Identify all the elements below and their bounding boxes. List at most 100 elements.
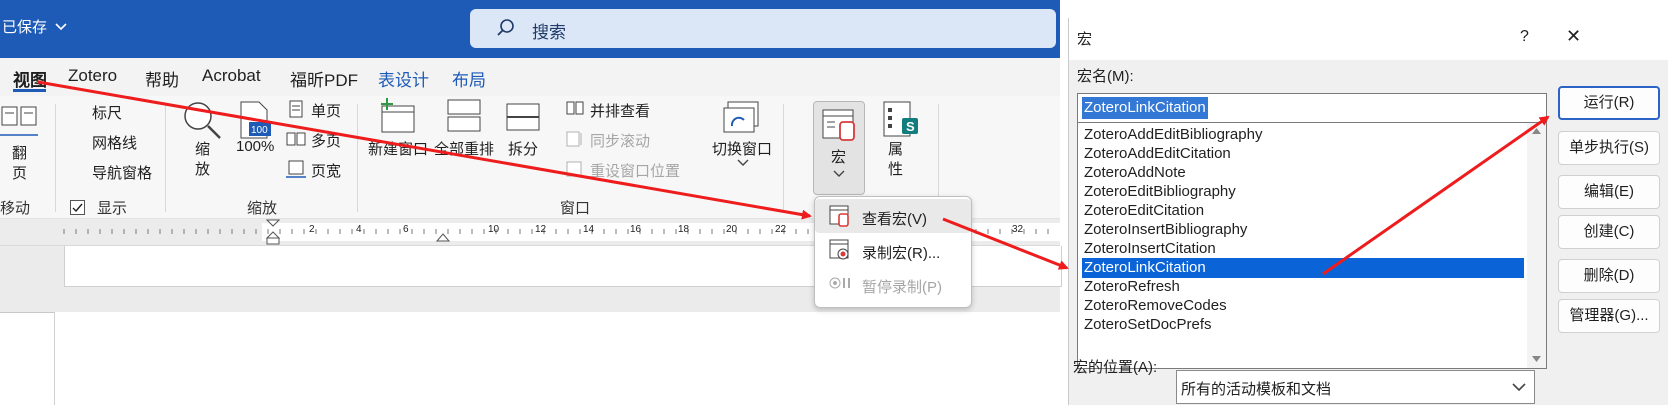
macros-label: 宏 (831, 149, 847, 166)
properties-button-line1[interactable]: 属 (888, 138, 903, 159)
tab-layout[interactable]: 布局 (452, 66, 486, 91)
list-item[interactable]: ZoteroInsertBibliography (1082, 220, 1524, 240)
new-window-button[interactable]: 新建窗口 (368, 138, 428, 159)
sync-scroll-button[interactable]: 同步滚动 (590, 130, 650, 151)
ruler-number: 14 (583, 224, 595, 235)
page-width-button[interactable]: 页宽 (311, 160, 341, 181)
help-icon[interactable]: ? (1520, 28, 1529, 46)
active-tab-indicator (13, 89, 46, 92)
tab-foxit-pdf[interactable]: 福昕PDF (290, 66, 358, 91)
zoom-100-icon: 100 (240, 101, 271, 139)
macro-list[interactable]: ZoteroAddEditBibliography ZoteroAddEditC… (1077, 122, 1547, 369)
macros-button[interactable]: 宏 (813, 101, 865, 195)
ruler-checkbox[interactable] (70, 200, 85, 215)
list-item[interactable]: ZoteroAddNote (1082, 163, 1524, 183)
split-icon (506, 103, 540, 131)
save-status[interactable]: 已保存 (2, 16, 67, 37)
macro-location-label: 宏的位置(A): (1073, 359, 1158, 376)
macro-location-select[interactable]: 所有的活动模板和文档 (1176, 370, 1535, 404)
search-box[interactable]: 搜索 (470, 9, 1056, 48)
divider (357, 104, 358, 212)
chevron-down-icon[interactable] (1507, 375, 1531, 399)
ribbon-tabs: 视图 Zotero 帮助 Acrobat 福昕PDF 表设计 布局 (0, 58, 1060, 96)
menu-item-label: 查看宏(V) (862, 211, 927, 228)
page-move-button-line2[interactable]: 页 (12, 162, 27, 183)
run-button[interactable]: 运行(R) (1558, 86, 1660, 120)
create-button[interactable]: 创建(C) (1558, 215, 1660, 249)
zoom-button-line1[interactable]: 缩 (195, 138, 210, 159)
chevron-down-icon (833, 170, 845, 177)
gridlines-label[interactable]: 网格线 (92, 132, 137, 153)
tab-help[interactable]: 帮助 (145, 66, 179, 91)
macros-dialog: 宏 ? ✕ 宏名(M): ZoteroLinkCitation ZoteroAd… (1068, 18, 1668, 405)
one-page-icon (289, 100, 303, 118)
delete-button[interactable]: 删除(D) (1558, 259, 1660, 293)
page-below (54, 312, 1061, 405)
zoom-button-line2[interactable]: 放 (195, 158, 210, 179)
scroll-down-icon[interactable] (1531, 355, 1542, 363)
switch-windows-icon (723, 101, 759, 133)
split-button[interactable]: 拆分 (508, 138, 538, 159)
title-bar: 已保存 搜索 (0, 0, 1060, 58)
new-window-icon (381, 98, 415, 133)
menu-item-record-macro[interactable]: 录制宏(R)... (815, 233, 971, 267)
properties-button-line2[interactable]: 性 (888, 158, 903, 179)
page-flip-icon (0, 106, 38, 136)
menu-item-label: 录制宏(R)... (862, 245, 941, 262)
search-placeholder: 搜索 (532, 23, 566, 42)
record-macro-icon (829, 239, 849, 260)
list-item[interactable]: ZoteroInsertCitation (1082, 239, 1524, 259)
divider (783, 104, 784, 212)
ruler-number: 10 (488, 224, 500, 235)
ruler-number: 6 (403, 224, 409, 235)
side-by-side-button[interactable]: 并排查看 (590, 100, 650, 121)
scroll-up-icon[interactable] (1531, 127, 1542, 135)
sync-scroll-icon (566, 131, 582, 147)
group-label-page-move: 移动 (0, 200, 31, 217)
tab-view[interactable]: 视图 (13, 66, 47, 91)
ruler-number: 12 (535, 224, 547, 235)
zoom-magnifier-icon (184, 102, 221, 139)
list-item[interactable]: ZoteroEditBibliography (1082, 182, 1524, 202)
list-item[interactable]: ZoteroAddEditBibliography (1082, 125, 1524, 145)
nav-pane-label[interactable]: 导航窗格 (92, 162, 152, 183)
macro-name-label: 宏名(M): (1077, 68, 1134, 85)
indent-marker[interactable] (266, 219, 280, 245)
list-item[interactable]: ZoteroAddEditCitation (1082, 144, 1524, 164)
macro-location-value: 所有的活动模板和文档 (1181, 381, 1332, 398)
multi-page-button[interactable]: 多页 (311, 130, 341, 151)
macro-name-input[interactable]: ZoteroLinkCitation (1077, 93, 1547, 123)
ruler-number: 2 (309, 224, 315, 235)
list-item[interactable]: ZoteroRemoveCodes (1082, 296, 1524, 316)
arrange-all-button[interactable]: 全部重排 (434, 138, 494, 159)
multi-page-icon (286, 132, 306, 146)
organizer-button[interactable]: 管理器(G)... (1558, 299, 1660, 333)
list-item[interactable]: ZoteroSetDocPrefs (1082, 315, 1524, 335)
ruler-number: 20 (726, 224, 738, 235)
menu-item-pause-recording[interactable]: 暂停录制(P) (815, 267, 971, 301)
reset-position-icon (566, 161, 582, 177)
view-macros-icon (829, 205, 849, 227)
tab-zotero[interactable]: Zotero (68, 66, 117, 86)
tab-table-design[interactable]: 表设计 (378, 66, 429, 91)
group-label-zoom: 缩放 (247, 200, 278, 217)
ruler-number: 32 (1012, 224, 1024, 235)
group-label-window: 窗口 (560, 200, 591, 217)
list-item-selected[interactable]: ZoteroLinkCitation (1082, 258, 1524, 278)
close-icon[interactable]: ✕ (1566, 26, 1581, 47)
zoom-100-button[interactable]: 100% (236, 138, 274, 155)
tab-stop-marker[interactable] (436, 231, 450, 243)
page-move-button-line1[interactable]: 翻 (12, 142, 27, 163)
edit-button[interactable]: 编辑(E) (1558, 175, 1660, 209)
one-page-button[interactable]: 单页 (311, 100, 341, 121)
switch-windows-button[interactable]: 切换窗口 (712, 138, 772, 159)
save-status-label: 已保存 (2, 19, 48, 36)
tab-acrobat[interactable]: Acrobat (202, 66, 261, 86)
reset-position-button[interactable]: 重设窗口位置 (590, 160, 680, 181)
step-into-button[interactable]: 单步执行(S) (1558, 131, 1660, 165)
list-item[interactable]: ZoteroEditCitation (1082, 201, 1524, 221)
list-item[interactable]: ZoteroRefresh (1082, 277, 1524, 297)
menu-item-view-macros[interactable]: 查看宏(V) (815, 199, 971, 233)
ruler-label[interactable]: 标尺 (92, 102, 122, 123)
list-scrollbar[interactable] (1527, 123, 1546, 368)
